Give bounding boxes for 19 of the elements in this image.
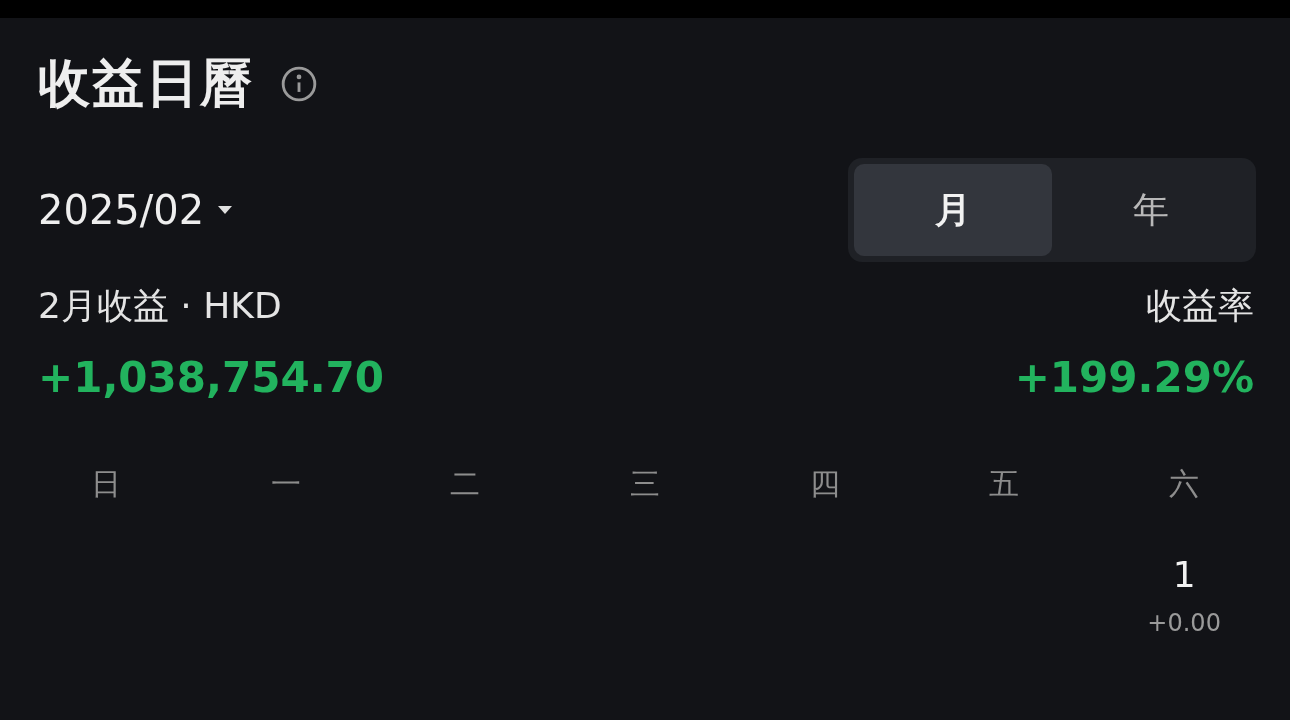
weekday-label: 三 <box>629 465 661 503</box>
profit-value: +1,038,754.70 <box>38 353 385 402</box>
rate-label: 收益率 <box>1146 284 1254 328</box>
rate-value: +199.29% <box>1014 353 1254 402</box>
weekday-label: 五 <box>988 465 1021 503</box>
day-profit: +0.00 <box>1147 609 1221 637</box>
weekday-label: 一 <box>269 465 302 503</box>
weekday-label: 四 <box>808 465 841 503</box>
info-icon[interactable] <box>280 65 318 103</box>
weekday-label: 日 <box>89 465 122 503</box>
view-tab[interactable]: 年 <box>1052 164 1250 256</box>
page-title: 收益日曆 <box>38 52 254 115</box>
day-number[interactable]: 1 <box>1172 554 1196 595</box>
caret-icon <box>216 205 235 215</box>
profit-label: 2月收益 · HKD <box>38 284 282 328</box>
period-selector[interactable]: 2025/02 <box>38 187 235 233</box>
weekday-label: 六 <box>1168 465 1201 503</box>
view-tab[interactable]: 月 <box>854 164 1052 256</box>
weekday-label: 二 <box>449 465 482 503</box>
